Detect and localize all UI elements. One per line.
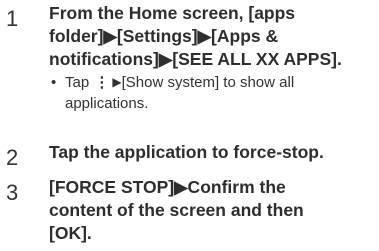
step-instruction: Tap the application to force-stop. [49, 141, 374, 164]
note-continuation: applications. [65, 95, 149, 112]
instruction-line: Tap the application to force-stop. [49, 142, 324, 162]
instruction-line: From the Home screen, [apps [49, 3, 296, 23]
bullet: • [51, 74, 57, 91]
instruction-line: notifications]▶[SEE ALL XX APPS]. [49, 49, 342, 69]
more-vert-icon: ⋮ [94, 74, 110, 91]
instruction-line: folder]▶[Settings]▶[Apps & [49, 26, 279, 46]
note-suffix: [Show system] to show all [121, 74, 295, 91]
step-number: 1 [6, 6, 19, 31]
step-instruction: From the Home screen, [apps folder]▶[Set… [49, 2, 374, 71]
step-instruction: [FORCE STOP]▶Confirm the content of the … [49, 176, 374, 245]
step-note: • Tap ⋮ ▶[Show system] to show all applica… [51, 72, 376, 114]
instruction-line: [OK]. [49, 223, 92, 243]
note-prefix: Tap [65, 74, 90, 91]
step-number: 2 [6, 145, 19, 170]
note-line: • Tap ⋮ ▶[Show system] to show all [51, 72, 376, 93]
instruction-line: content of the screen and then [49, 200, 304, 220]
instruction-line: [FORCE STOP]▶Confirm the [49, 177, 286, 197]
step-number: 3 [6, 180, 19, 205]
arrow-right-icon: ▶ [112, 75, 122, 89]
